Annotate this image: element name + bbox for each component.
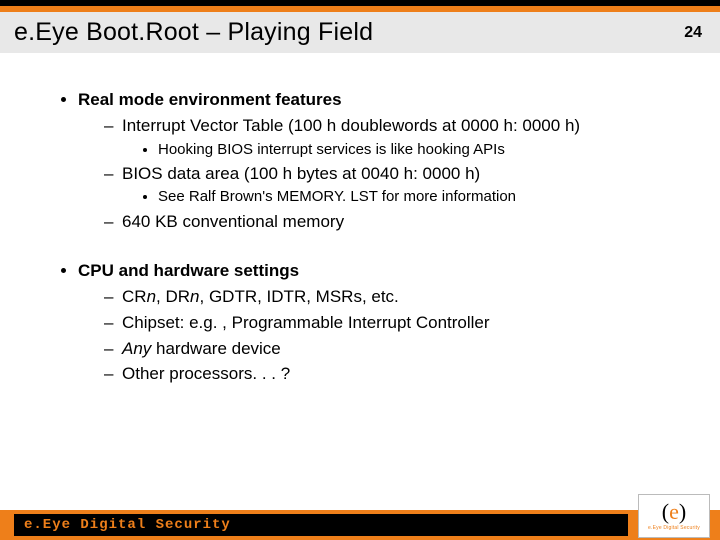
slide: e.Eye Boot.Root – Playing Field 24 Real … [0,0,720,540]
bullet-head: CPU and hardware settings [78,261,299,280]
sub-text: Chipset: e.g. , Programmable Interrupt C… [122,313,490,332]
italic-any: Any [122,339,151,358]
bullet-cpu-hw: CPU and hardware settings CRn, DRn, GDTR… [78,260,680,385]
sub-bios-data: BIOS data area (100 h bytes at 0040 h: 0… [104,163,680,207]
note-text: Hooking BIOS interrupt services is like … [158,141,505,158]
sub-registers: CRn, DRn, GDTR, IDTR, MSRs, etc. [104,286,680,308]
sub-text: BIOS data area (100 h bytes at 0040 h: 0… [122,164,480,183]
logo-mark: (e) [662,501,686,523]
sub-ivt: Interrupt Vector Table (100 h doubleword… [104,115,680,159]
txt: , DR [156,287,190,306]
txt: hardware device [151,339,280,358]
sub-text: Other processors. . . ? [122,364,290,383]
sub-other-proc: Other processors. . . ? [104,363,680,385]
note-hooking: Hooking BIOS interrupt services is like … [158,140,680,159]
sub-any-hw: Any hardware device [104,338,680,360]
bullet-head: Real mode environment features [78,90,342,109]
note-ralf-brown: See Ralf Brown's MEMORY. LST for more in… [158,187,680,206]
txt: CR [122,287,147,306]
txt: , GDTR, IDTR, MSRs, etc. [200,287,399,306]
bullet-list: Real mode environment features Interrupt… [56,89,680,385]
bullet-realmode: Real mode environment features Interrupt… [78,89,680,232]
top-orange-band [0,0,720,12]
eeye-logo: (e) e.Eye Digital Security [638,494,710,538]
footer-black-bar: e.Eye Digital Security [14,514,628,536]
footer: e.Eye Digital Security (e) e.Eye Digital… [0,492,720,540]
sub-text: 640 KB conventional memory [122,212,344,231]
content-area: Real mode environment features Interrupt… [0,53,720,540]
footer-brand-text: e.Eye Digital Security [24,517,231,533]
slide-title: e.Eye Boot.Root – Playing Field [14,18,373,47]
sub-chipset: Chipset: e.g. , Programmable Interrupt C… [104,312,680,334]
note-text: See Ralf Brown's MEMORY. LST for more in… [158,188,516,205]
sub-640kb: 640 KB conventional memory [104,211,680,233]
page-number: 24 [684,24,702,42]
italic-n: n [147,287,156,306]
sub-text: Interrupt Vector Table (100 h doubleword… [122,116,580,135]
title-band: e.Eye Boot.Root – Playing Field 24 [0,12,720,53]
italic-n: n [190,287,199,306]
logo-subtext: e.Eye Digital Security [648,525,700,531]
